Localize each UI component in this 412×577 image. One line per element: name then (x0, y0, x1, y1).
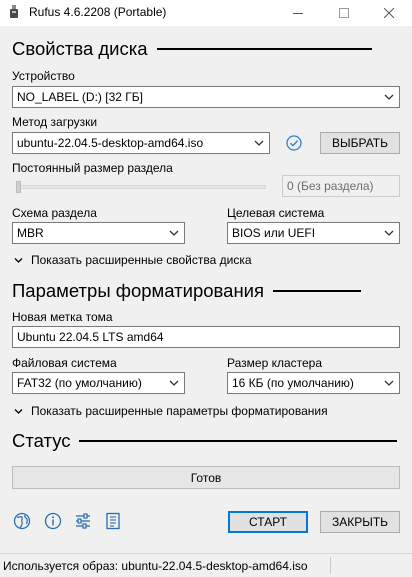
chevron-down-icon (384, 230, 394, 236)
chevron-down-icon (254, 140, 264, 146)
boot-selection-label: Метод загрузки (12, 115, 98, 129)
status-bar: Используется образ: ubuntu-22.04.5-deskt… (0, 553, 412, 577)
close-icon (384, 8, 394, 18)
heading-rule (79, 440, 398, 442)
close-button[interactable] (366, 0, 412, 26)
drive-properties-title: Свойства диска (12, 38, 148, 59)
chevron-down-icon (14, 408, 23, 414)
chevron-down-icon (169, 380, 179, 386)
file-system-value: FAT32 (по умолчанию) (17, 376, 142, 390)
drive-properties-heading: Свойства диска (12, 38, 372, 60)
persistent-size-slider-thumb[interactable] (16, 181, 21, 193)
persistent-size-value: 0 (Без раздела) (287, 179, 374, 193)
select-image-button-label: ВЫБРАТЬ (332, 136, 388, 150)
persistent-size-slider-track[interactable] (18, 185, 266, 189)
window-title: Rufus 4.6.2208 (Portable) (29, 5, 167, 19)
file-system-select[interactable]: FAT32 (по умолчанию) (12, 372, 185, 394)
cluster-size-select[interactable]: 16 КБ (по умолчанию) (227, 372, 400, 394)
device-label: Устройство (12, 69, 75, 83)
settings-button[interactable] (73, 511, 93, 531)
status-progress-text: Готов (190, 470, 222, 485)
status-progress-bar: Готов (12, 466, 400, 489)
target-system-select[interactable]: BIOS или UEFI (227, 222, 400, 244)
file-system-label: Файловая система (12, 356, 117, 370)
minimize-button[interactable] (275, 0, 321, 26)
format-options-title: Параметры форматирования (12, 280, 265, 301)
log-icon (106, 512, 120, 530)
chevron-down-icon (384, 94, 394, 100)
device-select[interactable]: NO_LABEL (D:) [32 ГБ] (12, 86, 400, 108)
select-image-button[interactable]: ВЫБРАТЬ (320, 132, 400, 154)
log-button[interactable] (103, 511, 123, 531)
advanced-drive-toggle-label: Показать расширенные свойства диска (31, 253, 252, 267)
heading-rule (273, 290, 362, 292)
title-bar: Rufus 4.6.2208 (Portable) (0, 0, 412, 26)
heading-rule (156, 48, 372, 50)
advanced-drive-toggle[interactable]: Показать расширенные свойства диска (14, 253, 252, 267)
maximize-button[interactable] (321, 0, 367, 26)
boot-selection-select[interactable]: ubuntu-22.04.5-desktop-amd64.iso (12, 132, 270, 154)
cluster-size-value: 16 КБ (по умолчанию) (232, 376, 354, 390)
volume-label-label: Новая метка тома (12, 310, 113, 324)
partition-scheme-label: Схема раздела (12, 206, 97, 220)
globe-icon (13, 512, 31, 530)
maximize-icon (339, 8, 349, 18)
volume-label-value: Ubuntu 22.04.5 LTS amd64 (17, 330, 164, 344)
device-value: NO_LABEL (D:) [32 ГБ] (17, 90, 143, 104)
boot-selection-value: ubuntu-22.04.5-desktop-amd64.iso (17, 136, 204, 150)
persistent-size-field: 0 (Без раздела) (282, 175, 400, 197)
partition-scheme-select[interactable]: MBR (12, 222, 185, 244)
chevron-down-icon (14, 257, 23, 263)
start-button-label: СТАРТ (249, 515, 287, 529)
info-icon (44, 512, 62, 530)
chevron-down-icon (169, 230, 179, 236)
start-button[interactable]: СТАРТ (228, 511, 308, 533)
target-system-value: BIOS или UEFI (232, 226, 316, 240)
close-app-button-label: ЗАКРЫТЬ (331, 515, 389, 529)
settings-sliders-icon (76, 513, 90, 529)
chevron-down-icon (384, 380, 394, 386)
language-button[interactable] (12, 511, 32, 531)
minimize-icon (293, 13, 303, 14)
rufus-app-icon (10, 5, 18, 18)
format-options-heading: Параметры форматирования (12, 280, 362, 302)
checksum-icon[interactable] (286, 135, 302, 151)
status-bar-separator (330, 557, 331, 574)
close-app-button[interactable]: ЗАКРЫТЬ (320, 511, 400, 533)
persistent-size-label: Постоянный размер раздела (12, 161, 173, 175)
cluster-size-label: Размер кластера (227, 356, 323, 370)
volume-label-input[interactable]: Ubuntu 22.04.5 LTS amd64 (12, 326, 400, 348)
advanced-format-toggle[interactable]: Показать расширенные параметры форматиро… (14, 404, 328, 418)
advanced-format-toggle-label: Показать расширенные параметры форматиро… (31, 404, 328, 418)
partition-scheme-value: MBR (17, 226, 44, 240)
status-title: Статус (12, 430, 71, 451)
status-bar-text: Используется образ: ubuntu-22.04.5-deskt… (3, 559, 308, 573)
target-system-label: Целевая система (227, 206, 325, 220)
about-button[interactable] (43, 511, 63, 531)
status-heading: Статус (12, 430, 398, 452)
